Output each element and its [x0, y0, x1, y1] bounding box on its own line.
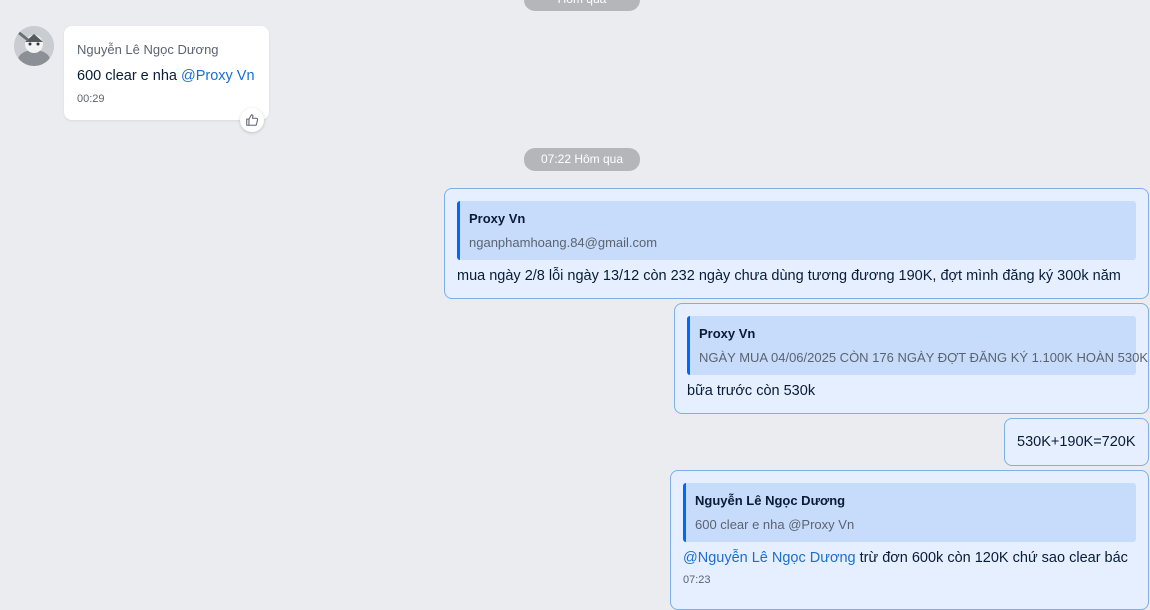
quoted-sender: Nguyễn Lê Ngọc Dương [695, 493, 846, 508]
outgoing-message-bubble[interactable]: Proxy Vn nganphamhoang.84@gmail.com mua … [444, 188, 1149, 299]
message-text: mua ngày 2/8 lỗi ngày 13/12 còn 232 ngày… [457, 268, 1121, 284]
message-text-body: trừ đơn 600k còn 120K chứ sao clear bác [855, 550, 1128, 566]
quoted-text: NGÀY MUA 04/06/2025 CÒN 176 NGÀY ĐỢT ĐĂN… [699, 350, 1149, 365]
avatar[interactable] [14, 26, 54, 66]
sender-name: Nguyễn Lê Ngọc Dương [77, 42, 219, 57]
incoming-message-bubble[interactable]: Nguyễn Lê Ngọc Dương 600 clear e nha @Pr… [64, 26, 269, 120]
quoted-reply[interactable]: Proxy Vn NGÀY MUA 04/06/2025 CÒN 176 NGÀ… [687, 316, 1149, 375]
avatar-image [14, 26, 54, 66]
date-separator: 07:22 Hôm qua [524, 148, 640, 171]
date-separator: Hôm qua [524, 0, 640, 11]
mention-link[interactable]: @Nguyễn Lê Ngọc Dương [683, 550, 856, 566]
message-time: 00:29 [77, 93, 105, 105]
quoted-sender: Proxy Vn [699, 326, 756, 341]
outgoing-message-bubble[interactable]: Proxy Vn NGÀY MUA 04/06/2025 CÒN 176 NGÀ… [674, 303, 1149, 414]
quoted-text: nganphamhoang.84@gmail.com [469, 235, 658, 250]
mention-link[interactable]: @Proxy Vn [181, 68, 255, 84]
message-text: 530K+190K=720K [1017, 434, 1136, 450]
quoted-text: 600 clear e nha @Proxy Vn [695, 517, 855, 532]
message-text: 600 clear e nha @Proxy Vn [77, 68, 256, 84]
thumbs-up-icon [246, 114, 259, 126]
quoted-reply[interactable]: Proxy Vn nganphamhoang.84@gmail.com [457, 201, 1136, 260]
message-text: bữa trước còn 530k [687, 383, 816, 399]
quoted-sender: Proxy Vn [469, 211, 526, 226]
reaction-button[interactable] [240, 108, 264, 132]
message-time: 07:23 [683, 574, 711, 586]
outgoing-message-bubble[interactable]: Nguyễn Lê Ngọc Dương 600 clear e nha @Pr… [670, 470, 1149, 610]
message-text: @Nguyễn Lê Ngọc Dương trừ đơn 600k còn 1… [683, 550, 1136, 566]
outgoing-message-bubble[interactable]: 530K+190K=720K [1004, 418, 1149, 466]
quoted-reply[interactable]: Nguyễn Lê Ngọc Dương 600 clear e nha @Pr… [683, 483, 1136, 542]
message-text-body: 600 clear e nha [77, 68, 181, 84]
